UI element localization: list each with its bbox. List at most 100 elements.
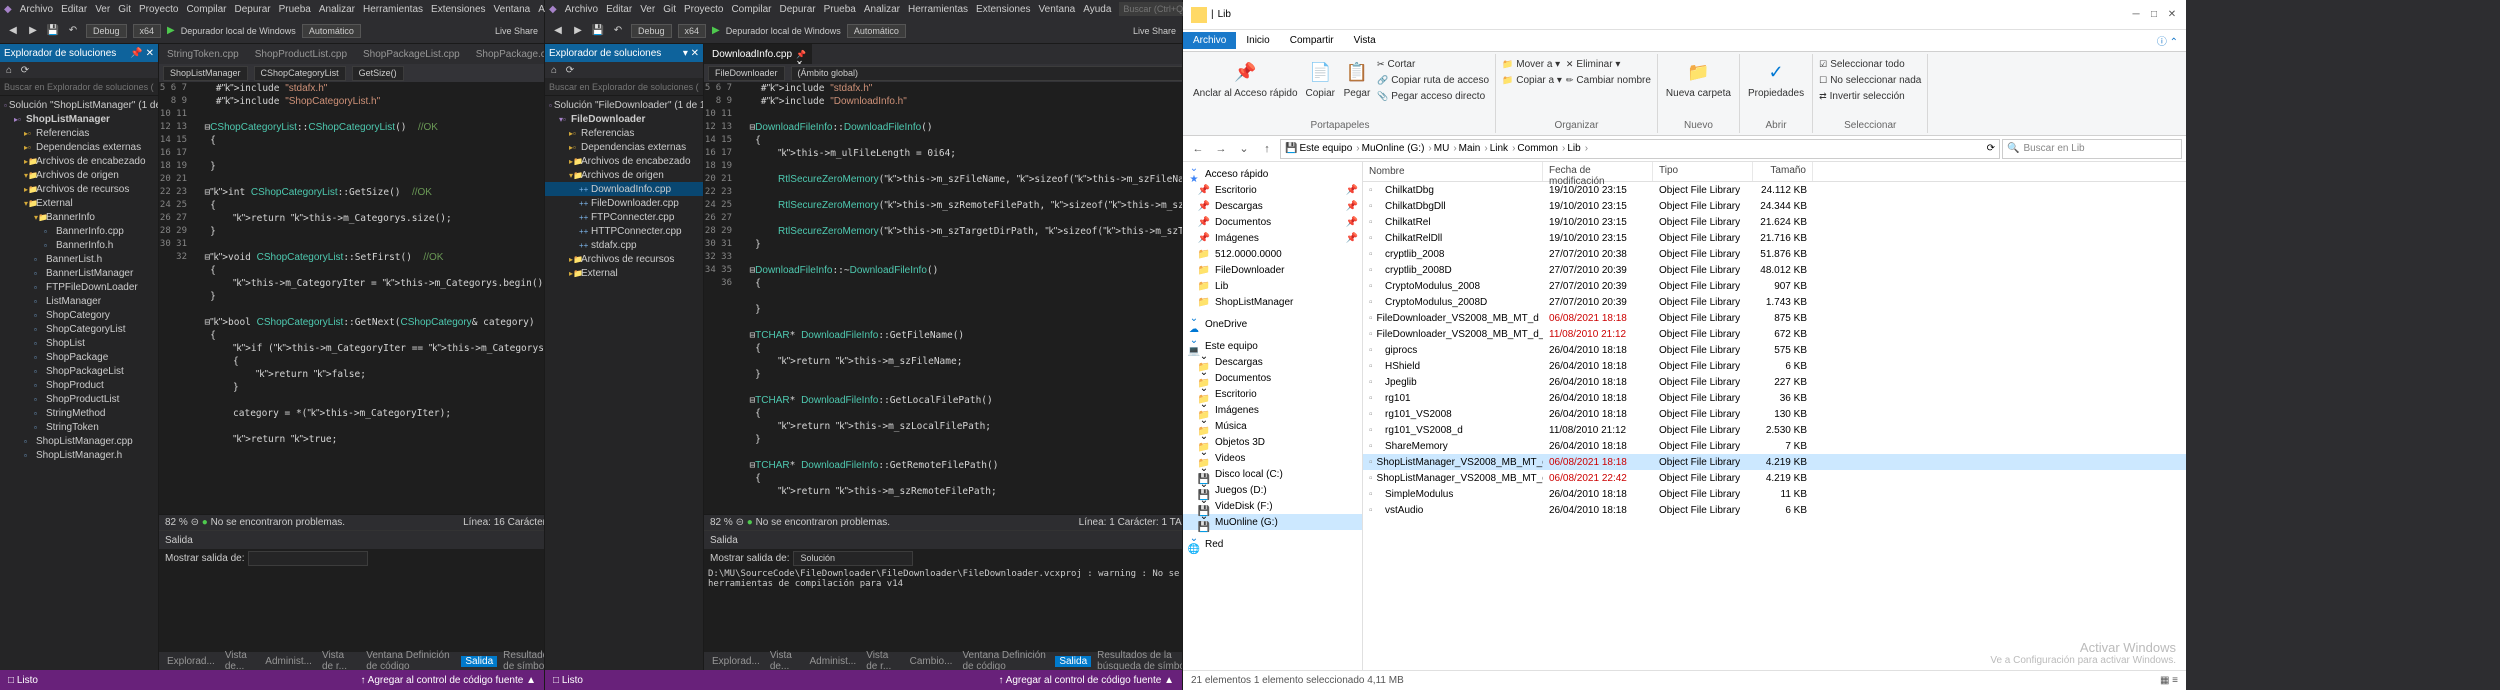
network[interactable]: ⌄ 🌐Red: [1183, 536, 1362, 552]
output-select[interactable]: Solución: [793, 551, 913, 566]
file-row[interactable]: ▫rg101_VS200826/04/2010 18:18Object File…: [1363, 406, 2186, 422]
up-button[interactable]: ↑: [1256, 139, 1278, 159]
menu-archivo[interactable]: Archivo: [565, 4, 598, 15]
menu-ver[interactable]: Ver: [95, 4, 110, 15]
menu-prueba[interactable]: Prueba: [279, 4, 311, 15]
project-node[interactable]: ▸▫ShopListManager: [0, 112, 158, 126]
properties-button[interactable]: ✓Propiedades: [1746, 56, 1806, 101]
menu-analizar[interactable]: Analizar: [319, 4, 355, 15]
platform-select[interactable]: x64: [133, 24, 162, 38]
file-row[interactable]: ▫HShield26/04/2010 18:18Object File Libr…: [1363, 358, 2186, 374]
bt-tab[interactable]: Ventana Definición de código: [362, 650, 459, 670]
menu-extensiones[interactable]: Extensiones: [431, 4, 485, 15]
rename-button[interactable]: ✏ Cambiar nombre: [1566, 72, 1651, 88]
back-button[interactable]: ←: [1187, 139, 1209, 159]
file-node[interactable]: ▫BannerList.h: [0, 252, 158, 266]
home-icon[interactable]: ⌂: [547, 63, 561, 77]
file-node[interactable]: ▫ShopListManager.cpp: [0, 434, 158, 448]
play-icon[interactable]: ▶: [167, 25, 175, 36]
back-icon[interactable]: ◀: [6, 24, 20, 38]
file-row[interactable]: ▫Jpeglib26/04/2010 18:18Object File Libr…: [1363, 374, 2186, 390]
nav-pc-item[interactable]: ⌄ 💾MuOnline (G:): [1183, 514, 1362, 530]
nav-quick-item[interactable]: 📌Escritorio📌: [1183, 182, 1362, 198]
col-name[interactable]: Nombre: [1363, 162, 1543, 181]
path-seg[interactable]: MuOnline (G:): [1362, 143, 1432, 154]
nav-project[interactable]: FileDownloader: [708, 66, 785, 81]
undo-icon[interactable]: ↶: [66, 24, 80, 38]
bt-tab[interactable]: Explorad...: [708, 656, 764, 667]
file-row[interactable]: ▫ChilkatRelDll19/10/2010 23:15Object Fil…: [1363, 230, 2186, 246]
explorer-search[interactable]: [545, 78, 703, 95]
menu-herramientas[interactable]: Herramientas: [363, 4, 423, 15]
tab-vista[interactable]: Vista: [1344, 32, 1386, 49]
bt-tab-active[interactable]: Salida: [461, 656, 497, 667]
src-node[interactable]: ▾📁Archivos de origen: [545, 168, 703, 182]
tab[interactable]: ShopPackage.cpp: [468, 44, 544, 64]
menu-depurar[interactable]: Depurar: [234, 4, 270, 15]
nav-quick-item[interactable]: 📁Lib: [1183, 278, 1362, 294]
refresh-icon[interactable]: ⟳: [18, 63, 32, 77]
auto-select[interactable]: Automático: [847, 24, 906, 38]
file-row[interactable]: ▫ChilkatDbg19/10/2010 23:15Object File L…: [1363, 182, 2186, 198]
solution-node[interactable]: ▫Solución "ShopListManager" (1 de 1 proy…: [0, 98, 158, 112]
paste-button[interactable]: 📋Pegar: [1341, 56, 1373, 104]
file-node[interactable]: ▫StringMethod: [0, 406, 158, 420]
deps-node[interactable]: ▸▫Dependencias externas: [0, 140, 158, 154]
save-icon[interactable]: 💾: [591, 24, 605, 38]
col-date[interactable]: Fecha de modificación: [1543, 162, 1653, 181]
menu-extensiones[interactable]: Extensiones: [976, 4, 1030, 15]
file-row[interactable]: ▫cryptlib_200827/07/2010 20:38Object Fil…: [1363, 246, 2186, 262]
help-icon[interactable]: ⓘ ⌃: [2149, 33, 2186, 48]
forward-button[interactable]: →: [1210, 139, 1232, 159]
path-seg[interactable]: Link: [1490, 143, 1516, 154]
history-dropdown[interactable]: ⌄: [1233, 139, 1255, 159]
menu-herramientas[interactable]: Herramientas: [908, 4, 968, 15]
file-node[interactable]: ▫ShopCategoryList: [0, 322, 158, 336]
file-node[interactable]: ++stdafx.cpp: [545, 238, 703, 252]
cut-button[interactable]: ✂ Cortar: [1377, 56, 1489, 72]
copy-to-button[interactable]: 📁 Copiar a ▾: [1502, 72, 1562, 88]
close-icon[interactable]: 📌 ✕: [796, 50, 804, 58]
bt-tab-active[interactable]: Salida: [1055, 656, 1091, 667]
fwd-icon[interactable]: ▶: [571, 24, 585, 38]
tab[interactable]: ShopPackageList.cpp: [355, 44, 468, 64]
menu-ventana[interactable]: Ventana: [494, 4, 531, 15]
file-node[interactable]: ▫FTPFileDownLoader: [0, 280, 158, 294]
path-seg[interactable]: Common: [1517, 143, 1565, 154]
menu-analizar[interactable]: Analizar: [864, 4, 900, 15]
copy-path-button[interactable]: 🔗 Copiar ruta de acceso: [1377, 72, 1489, 88]
file-node[interactable]: ▫BannerInfo.cpp: [0, 224, 158, 238]
refs-node[interactable]: ▸▫Referencias: [545, 126, 703, 140]
file-row[interactable]: ▫rg101_VS2008_d11/08/2010 21:12Object Fi…: [1363, 422, 2186, 438]
menu-git[interactable]: Git: [118, 4, 131, 15]
solution-node[interactable]: ▫Solución "FileDownloader" (1 de 1 proye…: [545, 98, 703, 112]
code-area[interactable]: 5 6 7 8 9 10 11 12 13 14 15 16 17 18 19 …: [704, 82, 1182, 514]
file-node[interactable]: ▫ShopPackageList: [0, 364, 158, 378]
liveshare-button[interactable]: Live Share: [495, 26, 538, 36]
menu-compilar[interactable]: Compilar: [186, 4, 226, 15]
nav-quick-item[interactable]: 📌Descargas📌: [1183, 198, 1362, 214]
tab-active[interactable]: DownloadInfo.cpp📌 ✕: [704, 44, 812, 64]
file-row[interactable]: ▫ShopListManager_VS2008_MB_MT_d06/08/202…: [1363, 454, 2186, 470]
path-seg[interactable]: MU: [1434, 143, 1457, 154]
file-row[interactable]: ▫ChilkatRel19/10/2010 23:15Object File L…: [1363, 214, 2186, 230]
nav-quick-item[interactable]: 📁ShopListManager: [1183, 294, 1362, 310]
menu-archivo[interactable]: Archivo: [20, 4, 53, 15]
deps-node[interactable]: ▸▫Dependencias externas: [545, 140, 703, 154]
source-control[interactable]: ↑ Agregar al control de código fuente ▲: [998, 675, 1174, 686]
file-row[interactable]: ▫rg10126/04/2010 18:18Object File Librar…: [1363, 390, 2186, 406]
invert-selection-button[interactable]: ⇄ Invertir selección: [1819, 88, 1921, 104]
file-node[interactable]: ▫BannerInfo.h: [0, 238, 158, 252]
file-list[interactable]: ▫ChilkatDbg19/10/2010 23:15Object File L…: [1363, 182, 2186, 670]
menu-ayuda[interactable]: Ayuda: [1083, 4, 1111, 15]
select-none-button[interactable]: ☐ No seleccionar nada: [1819, 72, 1921, 88]
file-node[interactable]: ▫ShopPackage: [0, 350, 158, 364]
bt-tab[interactable]: Administ...: [261, 656, 316, 667]
menu-proyecto[interactable]: Proyecto: [684, 4, 723, 15]
hdr-node[interactable]: ▸📁Archivos de encabezado: [545, 154, 703, 168]
menu-editar[interactable]: Editar: [61, 4, 87, 15]
search-box[interactable]: 🔍 Buscar en Lib: [2002, 139, 2182, 159]
bt-tab[interactable]: Cambio...: [906, 656, 957, 667]
onedrive[interactable]: ⌄ ☁OneDrive: [1183, 316, 1362, 332]
menu-ver[interactable]: Ver: [640, 4, 655, 15]
